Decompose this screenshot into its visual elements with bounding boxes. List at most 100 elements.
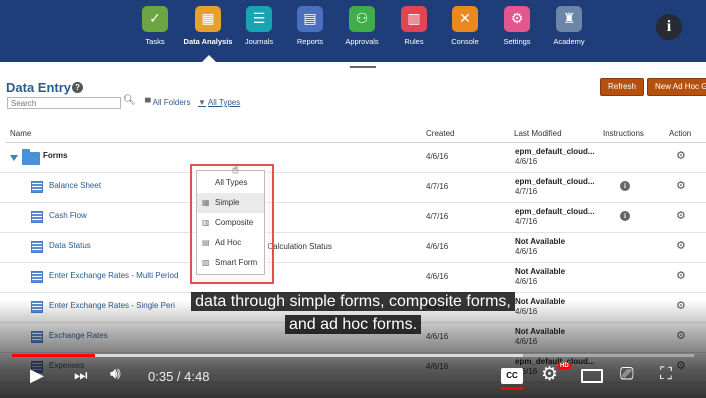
table-row[interactable]: Data Status Approval and Calculation Stat… bbox=[0, 233, 706, 263]
video-info-button[interactable]: i bbox=[656, 14, 682, 40]
play-icon[interactable]: ▶ bbox=[30, 365, 44, 386]
form-icon bbox=[31, 271, 43, 283]
reports-icon: ▤ bbox=[297, 6, 323, 32]
nav-item-reports[interactable]: ▤ Reports bbox=[282, 6, 338, 46]
caption-line-1: data through simple forms, composite for… bbox=[0, 292, 706, 311]
settings-gear-icon[interactable]: ⚙ bbox=[541, 363, 558, 385]
theater-mode-icon[interactable] bbox=[581, 369, 603, 383]
nav-item-label: Approvals bbox=[345, 37, 379, 46]
nav-item-journals[interactable]: ☰ Journals bbox=[231, 6, 287, 46]
row-modified-by: epm_default_cloud... bbox=[515, 147, 595, 156]
row-name[interactable]: Forms bbox=[43, 151, 67, 160]
hd-badge: HD bbox=[558, 363, 571, 369]
row-modified-by: epm_default_cloud... bbox=[515, 207, 595, 216]
dropdown-option-label: Smart Form bbox=[215, 258, 258, 267]
row-name[interactable]: Enter Exchange Rates - Multi Period bbox=[49, 271, 178, 280]
nav-item-label: Settings bbox=[503, 37, 531, 46]
col-header-created[interactable]: Created bbox=[426, 129, 454, 138]
dropdown-option-composite[interactable]: ▥ Composite bbox=[197, 213, 264, 233]
col-header-name[interactable]: Name bbox=[10, 129, 31, 138]
row-name[interactable]: Cash Flow bbox=[49, 211, 87, 220]
row-modified-by: epm_default_cloud... bbox=[515, 177, 595, 186]
filter-icon: ▼ bbox=[198, 98, 206, 107]
smart-form-icon: ▧ bbox=[202, 258, 210, 267]
new-adhoc-grid-button[interactable]: New Ad Hoc Gr bbox=[647, 78, 706, 96]
nav-item-label: Console bbox=[451, 37, 479, 46]
row-action-gear-icon[interactable]: ⚙ bbox=[676, 209, 686, 222]
search-icon[interactable]: 🔍︎ bbox=[123, 95, 136, 106]
row-name[interactable]: Data Status bbox=[49, 241, 91, 250]
top-nav-bar: ✓ Tasks ▦ Data Analysis ☰ Journals ▤ Reports ⚇ Ap… bbox=[0, 0, 706, 62]
nav-item-label: Journals bbox=[244, 37, 274, 46]
dropdown-option-simple[interactable]: ▦ Simple bbox=[197, 193, 264, 213]
console-icon: ✕ bbox=[452, 6, 478, 32]
progress-bar[interactable] bbox=[12, 354, 694, 357]
help-icon[interactable]: ? bbox=[72, 82, 83, 93]
dropdown-option-smart-form[interactable]: ▧ Smart Form bbox=[197, 253, 264, 273]
next-video-icon[interactable]: ⏭ bbox=[74, 366, 88, 384]
composite-form-icon: ▥ bbox=[202, 218, 210, 227]
table-row[interactable]: Cash Flow 4/7/16 epm_default_cloud... 4/7/1… bbox=[0, 203, 706, 233]
page-title: Data Entry bbox=[6, 80, 72, 95]
rules-icon: ▥ bbox=[401, 6, 427, 32]
row-last-modified: epm_default_cloud...4/6/16 bbox=[515, 147, 595, 167]
table-row[interactable]: Forms 4/6/16 epm_default_cloud... 4/6/16 ⚙ bbox=[0, 143, 706, 173]
journals-icon: ☰ bbox=[246, 6, 272, 32]
row-last-modified: epm_default_cloud... 4/7/16 bbox=[515, 177, 595, 197]
all-folders-filter[interactable]: ▀ All Folders bbox=[145, 98, 190, 107]
expand-triangle-icon[interactable] bbox=[10, 155, 18, 161]
form-icon bbox=[31, 181, 43, 193]
nav-item-data-analysis[interactable]: ▦ Data Analysis bbox=[180, 6, 236, 46]
nav-item-approvals[interactable]: ⚇ Approvals bbox=[334, 6, 390, 46]
dropdown-option-all-types[interactable]: All Types bbox=[197, 173, 264, 193]
col-header-last-modified[interactable]: Last Modified bbox=[514, 129, 562, 138]
row-created: 4/7/16 bbox=[426, 212, 449, 221]
nav-item-label: Rules bbox=[404, 37, 424, 46]
all-types-filter[interactable]: ▼ All Types bbox=[198, 98, 240, 107]
type-filter-dropdown: All Types ▦ Simple ▥ Composite ▤ Ad Hoc ▧ Smart … bbox=[196, 170, 265, 275]
fullscreen-icon[interactable]: ⛶ bbox=[660, 364, 672, 384]
tasks-icon: ✓ bbox=[142, 6, 168, 32]
row-action-gear-icon[interactable]: ⚙ bbox=[676, 269, 686, 282]
row-modified-date: 4/6/16 bbox=[515, 247, 538, 256]
time-display: 0:35 / 4:48 bbox=[148, 369, 210, 384]
panel-drag-handle[interactable] bbox=[350, 66, 376, 68]
row-action-gear-icon[interactable]: ⚙ bbox=[676, 239, 686, 252]
nav-item-settings[interactable]: ⚙ Settings bbox=[489, 6, 545, 46]
table-row[interactable]: Balance Sheet 4/7/16 epm_default_cloud... 4… bbox=[0, 173, 706, 203]
captions-button[interactable]: CC bbox=[501, 368, 523, 384]
nav-item-tasks[interactable]: ✓ Tasks bbox=[127, 6, 183, 46]
row-name[interactable]: Balance Sheet bbox=[49, 181, 101, 190]
nav-item-academy[interactable]: ♜ Academy bbox=[541, 6, 597, 46]
col-header-action[interactable]: Action bbox=[669, 129, 691, 138]
dropdown-option-label: All Types bbox=[215, 178, 248, 187]
folder-icon bbox=[22, 149, 40, 165]
row-created: 4/7/16 bbox=[426, 182, 449, 191]
folder-icon: ▀ bbox=[145, 98, 151, 107]
instructions-info-icon[interactable]: i bbox=[620, 211, 630, 221]
row-action-gear-icon[interactable]: ⚙ bbox=[676, 149, 686, 162]
search-input[interactable] bbox=[7, 97, 121, 109]
instructions-info-icon[interactable]: i bbox=[620, 181, 630, 191]
refresh-button[interactable]: Refresh bbox=[600, 78, 644, 96]
mouse-cursor-icon: ☝ bbox=[232, 163, 239, 176]
row-created: 4/6/16 bbox=[426, 152, 449, 161]
nav-item-label: Data Analysis bbox=[183, 37, 233, 46]
cast-icon[interactable]: ⎚ bbox=[620, 364, 634, 384]
dropdown-option-ad-hoc[interactable]: ▤ Ad Hoc bbox=[197, 233, 264, 253]
row-modified-date: 4/6/16 bbox=[515, 157, 538, 166]
dropdown-option-label: Ad Hoc bbox=[215, 238, 242, 247]
all-types-label: All Types bbox=[207, 98, 241, 107]
row-last-modified: Not Available4/6/16 bbox=[515, 237, 565, 257]
dropdown-option-label: Composite bbox=[215, 218, 254, 227]
form-icon bbox=[31, 241, 43, 253]
simple-form-icon: ▦ bbox=[202, 198, 210, 207]
caption-text-2: and ad hoc forms. bbox=[284, 315, 422, 334]
nav-item-console[interactable]: ✕ Console bbox=[437, 6, 493, 46]
table-row[interactable]: Enter Exchange Rates - Multi Period 4/6/1… bbox=[0, 263, 706, 293]
nav-item-rules[interactable]: ▥ Rules bbox=[386, 6, 442, 46]
row-action-gear-icon[interactable]: ⚙ bbox=[676, 179, 686, 192]
col-header-instructions[interactable]: Instructions bbox=[603, 129, 644, 138]
caption-line-2: and ad hoc forms. bbox=[0, 315, 706, 334]
volume-icon[interactable]: 🔊︎ bbox=[110, 364, 121, 384]
